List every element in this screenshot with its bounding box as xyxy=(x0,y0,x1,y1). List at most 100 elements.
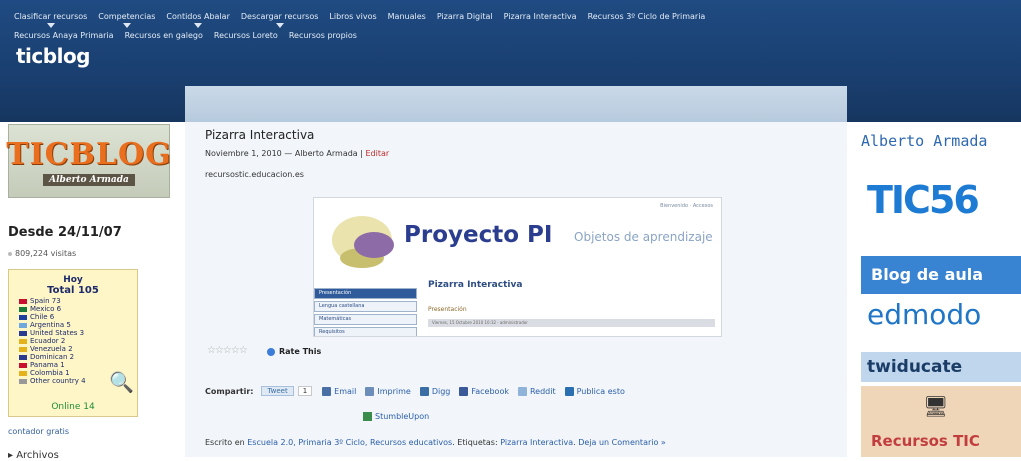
nav-item-recursos-en-galego[interactable]: Recursos en galego xyxy=(125,31,203,40)
rating-stars[interactable]: ☆☆☆☆☆ xyxy=(207,345,248,356)
site-title[interactable]: ticblog xyxy=(16,44,91,68)
counter-row: Venezuela 2 xyxy=(19,345,137,353)
bullet-icon xyxy=(8,251,12,256)
flag-icon xyxy=(19,378,27,384)
stumbleupon-label: StumbleUpon xyxy=(375,412,430,421)
stumbleupon-link[interactable]: StumbleUpon xyxy=(363,412,429,421)
since-date: Desde 24/11/07 xyxy=(8,225,122,240)
nav-item-manuales[interactable]: Manuales xyxy=(388,12,426,21)
contador-link[interactable]: contador gratis xyxy=(8,427,69,436)
nav-item-contidos-abalar[interactable]: Contidos Abalar xyxy=(166,12,230,28)
filed-mid: . Etiquetas: xyxy=(452,438,501,447)
site-header: Clasificar recursos Competencias Contidos … xyxy=(0,0,1021,122)
counter-row-label: Venezuela 2 xyxy=(30,345,73,353)
share-label: Compartir: xyxy=(205,386,254,396)
nav-row-1: Clasificar recursos Competencias Contidos … xyxy=(14,12,1014,28)
counter-row-label: Dominican 2 xyxy=(30,353,75,361)
recursos-tic-banner[interactable]: 🖥 Recursos TIC xyxy=(861,386,1021,457)
counter-row: Spain 73 xyxy=(19,297,137,305)
counter-row-label: Colombia 1 xyxy=(30,369,70,377)
right-sidebar: Alberto Armada TIC56 Blog de aula edmodo… xyxy=(847,122,1021,457)
nav-item-recursos-3-ciclo-de-primaria[interactable]: Recursos 3º Ciclo de Primaria xyxy=(588,12,706,21)
flag-icon xyxy=(19,314,27,320)
nav-item-pizarra-interactiva[interactable]: Pizarra Interactiva xyxy=(504,12,577,21)
archive-heading-text: Archivos xyxy=(16,450,59,461)
flag-icon xyxy=(19,338,27,344)
shot-top-links: Bienvenido · Accesos xyxy=(660,203,713,209)
dropdown-arrow-icon xyxy=(122,23,131,28)
share-imprime-link[interactable]: Imprime xyxy=(365,386,411,396)
nav-item-pizarra-digital[interactable]: Pizarra Digital xyxy=(437,12,493,21)
main-content: Pizarra Interactiva Noviembre 1, 2010 — … xyxy=(185,122,847,457)
flag-icon xyxy=(19,370,27,376)
share-email-link[interactable]: Email xyxy=(322,386,357,396)
blog-aula-banner[interactable]: Blog de aula xyxy=(861,256,1021,294)
edmodo-banner[interactable]: edmodo xyxy=(867,298,981,331)
archive-heading: ▸ Archivos xyxy=(8,450,59,461)
twiducate-banner[interactable]: twiducate xyxy=(861,352,1021,382)
share-label-text: Email xyxy=(334,386,357,396)
counter-row: Mexico 6 xyxy=(19,305,137,313)
flag-icon xyxy=(19,354,27,360)
ticblog-logo[interactable]: TICBLOG Alberto Armada xyxy=(6,124,172,198)
category-links[interactable]: Escuela 2.0, Primaria 3º Ciclo, Recursos… xyxy=(247,438,452,447)
nav-item-recursos-loreto[interactable]: Recursos Loreto xyxy=(214,31,278,40)
post-title[interactable]: Pizarra Interactiva xyxy=(205,128,314,142)
imprime-icon xyxy=(365,386,375,396)
shot-menu: Presentación Lengua castellana Matemáticas… xyxy=(314,288,417,336)
counter-row: Ecuador 2 xyxy=(19,337,137,345)
visit-count: 809,224 visitas xyxy=(8,249,76,258)
visitor-counter-widget[interactable]: Hoy Total 105 Spain 73 Mexico 6 Chile 6 Arg… xyxy=(8,269,138,417)
tic56-banner[interactable]: TIC56 xyxy=(867,178,980,222)
post-meta: Noviembre 1, 2010 — Alberto Armada | Edi… xyxy=(205,149,389,158)
edit-link[interactable]: Editar xyxy=(365,149,389,158)
dropdown-arrow-icon xyxy=(194,23,203,28)
nav-item-recursos-propios[interactable]: Recursos propios xyxy=(289,31,357,40)
reddit-icon xyxy=(517,386,527,396)
post-footer: Escrito en Escuela 2.0, Primaria 3º Cicl… xyxy=(205,438,666,447)
counter-online: Online 14 xyxy=(51,402,95,412)
counter-row: Dominican 2 xyxy=(19,353,137,361)
flag-icon xyxy=(19,298,27,304)
flag-icon xyxy=(19,330,27,336)
share-publica-esto-link[interactable]: Publica esto xyxy=(564,386,625,396)
counter-row: Chile 6 xyxy=(19,313,137,321)
nav-item-libros-vivos[interactable]: Libros vivos xyxy=(329,12,376,21)
flag-icon xyxy=(19,306,27,312)
rate-this[interactable]: Rate This xyxy=(267,347,321,356)
counter-row-label: Ecuador 2 xyxy=(30,337,66,345)
shot-presentation: Presentación xyxy=(428,306,467,313)
shot-menu-item: Requisitos xyxy=(314,327,417,336)
share-label-text: Facebook xyxy=(471,386,509,396)
counter-row-label: Panama 1 xyxy=(30,361,65,369)
post-image[interactable]: Bienvenido · Accesos Proyecto PI Objetos… xyxy=(313,197,722,337)
logo-title: TICBLOG xyxy=(6,136,172,172)
share-digg-link[interactable]: Digg xyxy=(419,386,450,396)
visit-count-text: 809,224 visitas xyxy=(15,249,77,258)
counter-row-label: Mexico 6 xyxy=(30,305,62,313)
counter-row: Panama 1 xyxy=(19,361,137,369)
shot-menu-item: Matemáticas xyxy=(314,314,417,325)
author-banner[interactable]: Alberto Armada xyxy=(861,132,987,150)
share-label-text: Reddit xyxy=(529,386,556,396)
share-reddit-link[interactable]: Reddit xyxy=(517,386,556,396)
nav-item-clasificar-recursos[interactable]: Clasificar recursos xyxy=(14,12,87,28)
comment-link[interactable]: Deja un Comentario » xyxy=(578,438,666,447)
tweet-button[interactable]: Tweet xyxy=(261,386,294,396)
counter-row: Argentina 5 xyxy=(19,321,137,329)
left-sidebar: TICBLOG Alberto Armada Desde 24/11/07 80… xyxy=(0,122,185,461)
nav-item-recursos-anaya-primaria[interactable]: Recursos Anaya Primaria xyxy=(14,31,114,40)
counter-row-label: Spain 73 xyxy=(30,297,61,305)
counter-total: Total 105 xyxy=(47,285,99,296)
logo-subtitle: Alberto Armada xyxy=(43,173,135,186)
nav-item-descargar-recursos[interactable]: Descargar recursos xyxy=(241,12,318,28)
tag-link[interactable]: Pizarra Interactiva xyxy=(500,438,573,447)
shot-menu-item: Presentación xyxy=(314,288,417,299)
nav-item-competencias[interactable]: Competencias xyxy=(98,12,155,28)
counter-row: United States 3 xyxy=(19,329,137,337)
post-source: recursostic.educacion.es xyxy=(205,170,304,179)
content-top-bar xyxy=(185,86,847,122)
shot-bar: Viernes, 15 Octubre 2010 10:32 · adminis… xyxy=(428,319,715,327)
post-date: Noviembre 1, 2010 xyxy=(205,149,282,158)
share-facebook-link[interactable]: Facebook xyxy=(459,386,509,396)
